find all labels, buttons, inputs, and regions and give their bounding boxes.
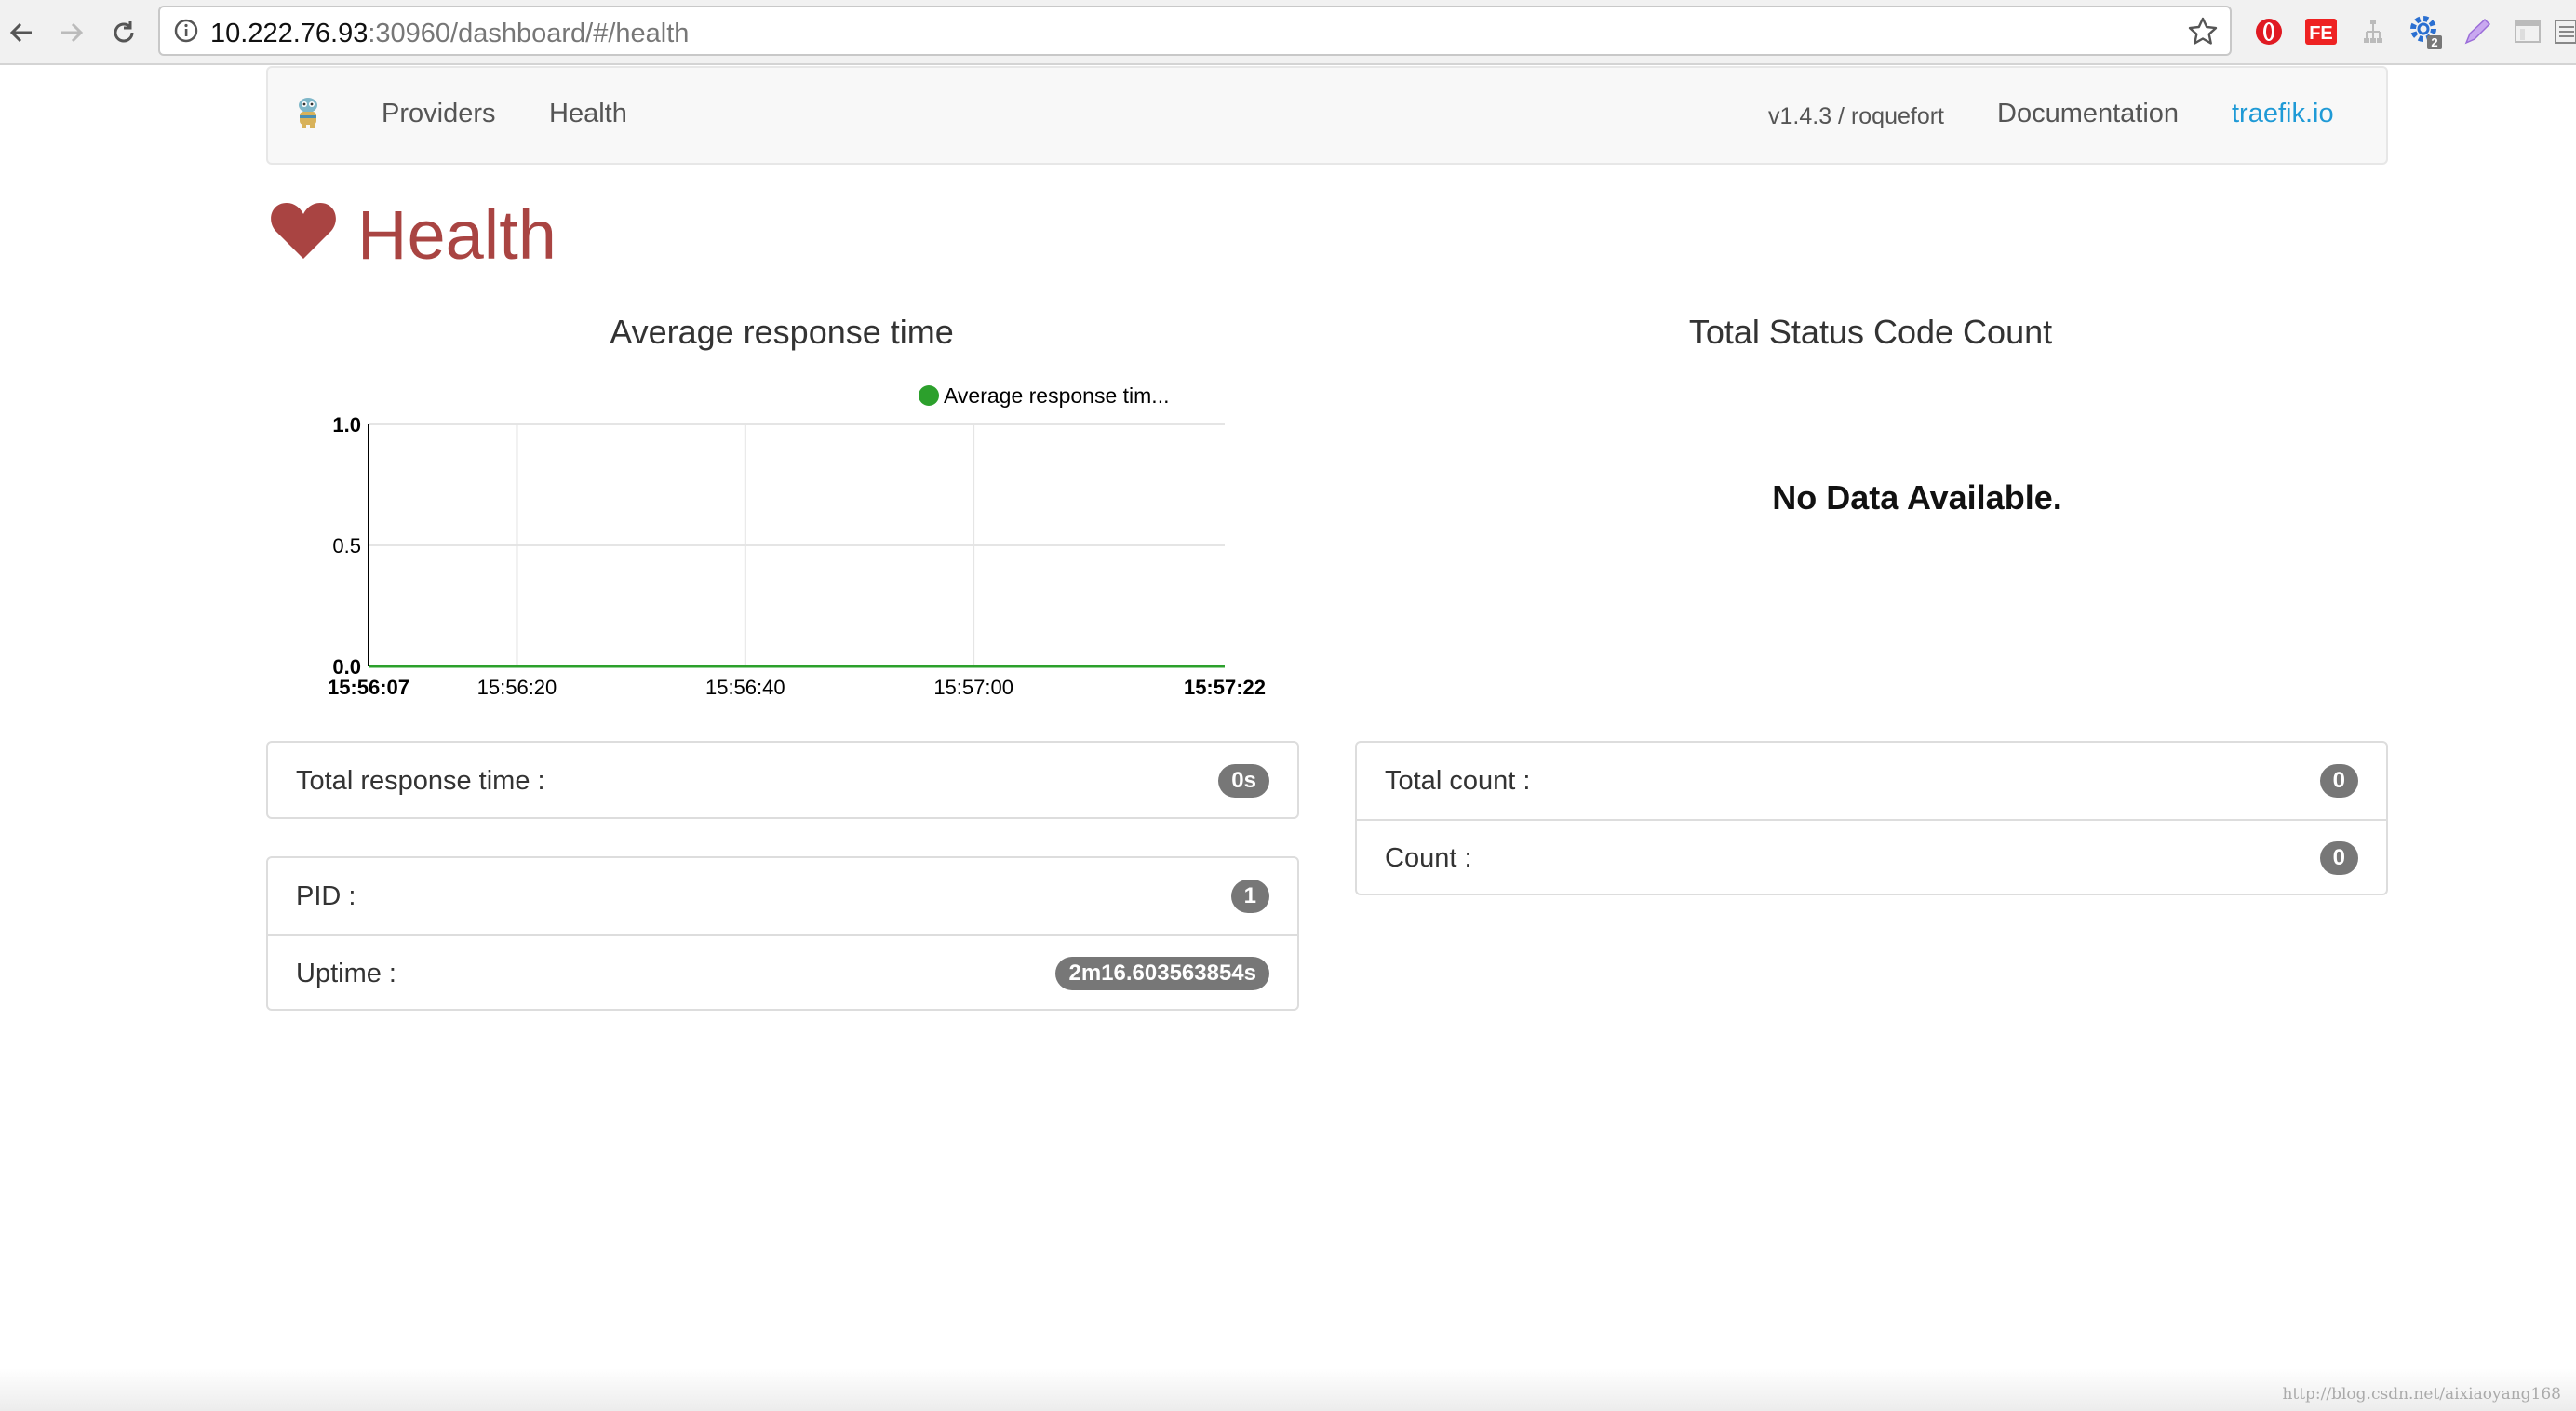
nav-documentation-link[interactable]: Documentation [1997,99,2179,129]
nav-traefik-io-link[interactable]: traefik.io [2232,99,2334,129]
legend-marker [919,385,939,406]
total-response-time-row: Total response time : 0s [268,743,1297,819]
nav-providers-link[interactable]: Providers [382,99,496,129]
total-count-row: Total count : 0 [1357,743,2386,819]
chart-legend[interactable]: Average response tim... [919,383,1169,408]
app-navbar: Providers Health v1.4.3 / roquefort Docu… [266,66,2388,165]
x-tick-label: 15:56:07 [328,676,409,699]
y-tick-label: 1.0 [332,413,361,437]
back-icon[interactable] [0,11,43,54]
total-response-time-badge: 0s [1218,763,1269,799]
info-icon[interactable] [173,18,199,48]
pen-extension-icon[interactable] [2459,13,2496,50]
traefik-logo-icon[interactable] [296,96,320,134]
panel-extension-icon[interactable] [2509,13,2546,50]
page-title-text: Health [357,196,557,274]
page-title: Health [270,201,557,270]
x-tick-label: 15:57:00 [933,676,1013,699]
pid-label: PID : [296,880,356,911]
url-host: 10.222.76.93 [210,19,369,48]
address-bar[interactable]: 10.222.76.93:30960/dashboard/#/health [158,6,2232,56]
nav-health-link[interactable]: Health [549,99,627,129]
x-tick-label: 15:56:20 [477,676,557,699]
bottom-shade [0,1368,2576,1411]
gear-extension-badge: 2 [2431,35,2437,49]
count-label: Count : [1385,842,1472,873]
uptime-label: Uptime : [296,958,396,988]
process-panel: PID : 1 Uptime : 2m16.603563854s [266,856,1299,1011]
avg-response-line-chart: 1.00.50.015:56:07 15:56:20 15:56:40 15:57:0… [328,383,1266,699]
response-time-panel: Total response time : 0s [266,741,1299,819]
forward-icon[interactable] [50,11,93,54]
status-count-panel: Total count : 0 Count : 0 [1355,741,2388,895]
count-row: Count : 0 [1357,819,2386,895]
y-tick-label: 0.5 [332,534,361,558]
uptime-row: Uptime : 2m16.603563854s [268,934,1297,1011]
browser-toolbar: 10.222.76.93:30960/dashboard/#/health FE… [0,0,2576,65]
opera-extension-icon[interactable] [2250,13,2288,50]
url-path: :30960/dashboard/#/health [368,19,690,48]
more-extension-icon[interactable] [2552,13,2576,50]
heart-icon [271,203,336,259]
pid-badge: 1 [1230,879,1269,914]
status-code-chart-title: Total Status Code Count [1688,313,2053,351]
no-data-message: No Data Available. [1772,478,2062,517]
reload-icon[interactable] [102,11,145,54]
total-response-time-label: Total response time : [296,765,545,796]
chart-ticks: 1.00.50.015:56:07 15:56:20 15:56:40 15:57:0… [328,413,1266,699]
x-tick-label: 15:57:22 [1184,676,1266,699]
svg-text:FE: FE [2309,23,2333,44]
version-label: v1.4.3 / roquefort [1768,103,1945,129]
network-extension-icon[interactable] [2355,13,2392,50]
star-icon[interactable] [2187,16,2219,52]
total-count-badge: 0 [2319,763,2358,799]
fe-extension-icon[interactable]: FE [2302,13,2340,50]
legend-label: Average response tim... [944,383,1169,408]
chart-grid [369,423,1225,667]
gear-extension-icon[interactable]: 2 [2407,13,2444,50]
url-text[interactable]: 10.222.76.93:30960/dashboard/#/health [210,19,689,49]
pid-row: PID : 1 [268,858,1297,934]
uptime-badge: 2m16.603563854s [1055,956,1269,991]
x-tick-label: 15:56:40 [705,676,785,699]
total-count-label: Total count : [1385,765,1531,796]
watermark: http://blog.csdn.net/aixiaoyang168 [2282,1385,2561,1404]
count-badge: 0 [2319,840,2358,876]
avg-response-chart-title: Average response time [610,313,954,351]
